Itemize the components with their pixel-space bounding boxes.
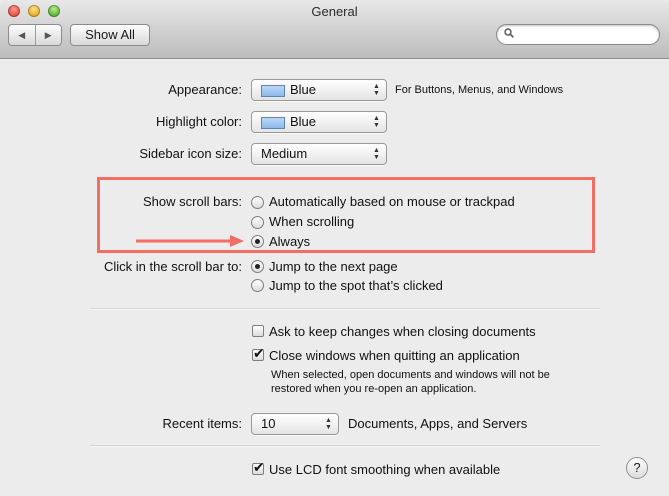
window-title: General: [311, 4, 358, 19]
ask-keep-changes-checkbox[interactable]: [252, 325, 264, 337]
jump-next-page-label[interactable]: Jump to the next page: [269, 259, 398, 274]
title-bar: General ◀ ▶ Show All: [0, 0, 669, 59]
popup-arrows-icon: ▲ ▼: [373, 115, 380, 129]
forward-arrow-icon: ▶: [44, 29, 52, 40]
highlight-color-value: Blue: [290, 114, 317, 129]
system-preferences-window: General ◀ ▶ Show All Appearance: Blue ▲ ▼…: [0, 0, 669, 496]
jump-to-spot-radio[interactable]: [251, 279, 264, 292]
back-forward-control: ◀ ▶: [8, 24, 62, 46]
search-icon: [504, 28, 514, 38]
close-windows-note-line2: restored when you re-open an application…: [271, 383, 477, 395]
highlight-color-popup[interactable]: Blue ▲ ▼: [251, 111, 387, 133]
close-windows-checkbox[interactable]: [252, 346, 265, 362]
scroll-when-scrolling-radio[interactable]: [251, 216, 264, 229]
click-scroll-bar-label: Click in the scroll bar to:: [104, 259, 242, 274]
recent-items-popup[interactable]: 10 ▲ ▼: [251, 413, 339, 435]
appearance-label: Appearance:: [168, 82, 242, 97]
sidebar-icon-size-label: Sidebar icon size:: [139, 146, 242, 161]
close-windows-note-line1: When selected, open documents and window…: [271, 369, 550, 381]
scroll-auto-radio[interactable]: [251, 196, 264, 209]
lcd-smoothing-checkbox[interactable]: [252, 460, 265, 476]
scroll-always-label[interactable]: Always: [269, 234, 310, 249]
highlight-color-label: Highlight color:: [156, 114, 242, 129]
recent-items-suffix: Documents, Apps, and Servers: [348, 416, 528, 431]
scroll-always-radio[interactable]: [251, 235, 264, 248]
popup-arrows-icon: ▲ ▼: [373, 83, 380, 97]
recent-items-value: 10: [261, 416, 276, 431]
forward-button[interactable]: ▶: [34, 25, 62, 45]
popup-arrows-icon: ▲ ▼: [373, 147, 380, 161]
jump-next-page-radio[interactable]: [251, 260, 264, 273]
recent-items-label: Recent items:: [162, 416, 242, 431]
show-scroll-bars-label: Show scroll bars:: [143, 194, 242, 209]
search-field[interactable]: [496, 24, 660, 45]
search-input[interactable]: [519, 26, 655, 43]
scroll-auto-label[interactable]: Automatically based on mouse or trackpad: [269, 194, 515, 209]
section-divider: [90, 308, 600, 310]
back-button[interactable]: ◀: [9, 25, 35, 45]
appearance-popup[interactable]: Blue ▲ ▼: [251, 79, 387, 101]
popup-arrows-icon: ▲ ▼: [325, 417, 332, 431]
help-button[interactable]: ?: [626, 457, 648, 479]
close-windows-label[interactable]: Close windows when quitting an applicati…: [269, 348, 520, 363]
section-divider: [90, 445, 600, 447]
general-pane: Appearance: Blue ▲ ▼ For Buttons, Menus, …: [0, 59, 669, 496]
ask-keep-changes-label[interactable]: Ask to keep changes when closing documen…: [269, 324, 536, 339]
lcd-smoothing-label[interactable]: Use LCD font smoothing when available: [269, 462, 500, 477]
appearance-note: For Buttons, Menus, and Windows: [395, 84, 564, 96]
sidebar-icon-size-popup[interactable]: Medium ▲ ▼: [251, 143, 387, 165]
annotation-arrow-icon: [136, 235, 244, 247]
show-all-button[interactable]: Show All: [70, 24, 150, 46]
blue-swatch-icon: [261, 117, 285, 129]
sidebar-icon-size-value: Medium: [261, 146, 308, 161]
jump-to-spot-label[interactable]: Jump to the spot that’s clicked: [269, 278, 443, 293]
scroll-when-scrolling-label[interactable]: When scrolling: [269, 214, 354, 229]
appearance-value: Blue: [290, 82, 317, 97]
back-arrow-icon: ◀: [18, 29, 26, 40]
blue-swatch-icon: [261, 85, 285, 97]
